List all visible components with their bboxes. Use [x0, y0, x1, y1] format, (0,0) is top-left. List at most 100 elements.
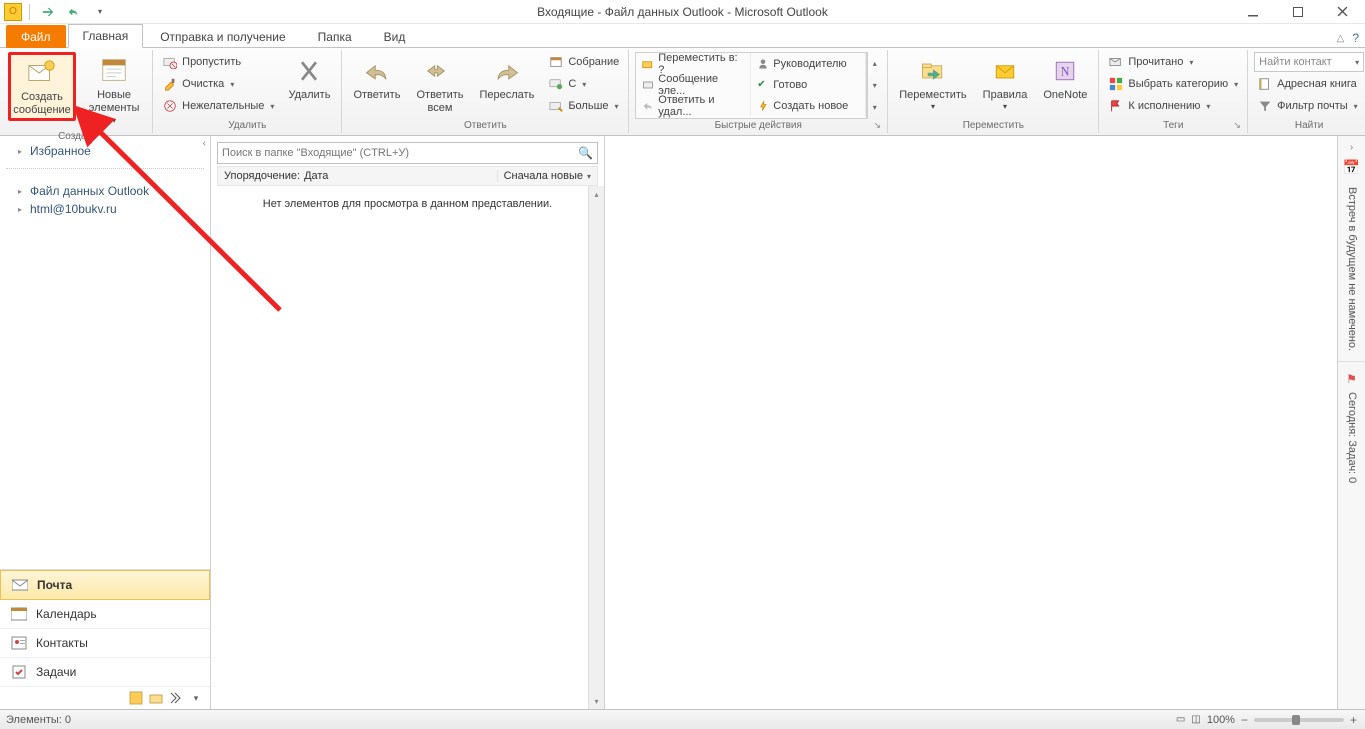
todo-separator — [1338, 361, 1365, 362]
shortcuts-icon[interactable] — [168, 690, 184, 706]
tab-send-receive[interactable]: Отправка и получение — [145, 25, 300, 48]
quicksteps-more-icon[interactable]: ▾ — [868, 97, 881, 119]
group-quicksteps-label: Быстрые действия ↘ — [635, 119, 881, 132]
todo-no-appointments: Встреч в будущем не намечено. — [1345, 187, 1358, 351]
quicksteps-launcher-icon[interactable]: ↘ — [871, 119, 883, 131]
find-contact[interactable]: Найти контакт▾ — [1254, 52, 1364, 72]
nav-configure-icon[interactable]: ▾ — [188, 690, 204, 706]
todo-expand-icon[interactable]: › — [1348, 140, 1355, 155]
move-button[interactable]: Переместить ▾ — [894, 52, 971, 114]
scroll-up-icon[interactable]: ▴ — [589, 186, 604, 202]
quickstep-create-new[interactable]: Создать новое — [751, 95, 866, 116]
nav-data-file[interactable]: ▸ Файл данных Outlook — [4, 182, 206, 200]
scroll-down-icon[interactable]: ▾ — [589, 693, 604, 709]
help-icon[interactable]: ? — [1352, 31, 1359, 45]
tags-launcher-icon[interactable]: ↘ — [1231, 119, 1243, 131]
close-button[interactable] — [1320, 0, 1365, 24]
rules-button[interactable]: Правила ▾ — [978, 52, 1033, 114]
categorize-icon — [1108, 76, 1124, 92]
search-input[interactable] — [222, 147, 578, 159]
list-scrollbar[interactable]: ▴ ▾ — [588, 186, 604, 709]
filter-email-button[interactable]: Фильтр почты▾ — [1254, 96, 1364, 116]
group-respond: Ответить Ответить всем Переслать Собрани… — [342, 50, 629, 133]
nav-favorites[interactable]: ▸ Избранное — [4, 142, 206, 160]
todo-tasks-count: Сегодня: Задач: 0 — [1345, 392, 1358, 483]
view-reading-icon[interactable]: ◫ — [1191, 714, 1200, 725]
search-icon[interactable]: 🔍 — [578, 146, 593, 160]
onenote-icon: N — [1049, 55, 1081, 87]
maximize-button[interactable] — [1275, 0, 1320, 24]
send-receive-icon[interactable] — [37, 2, 59, 22]
tab-file[interactable]: Файл — [6, 25, 66, 48]
mail-icon — [11, 577, 29, 593]
checkmark-icon: ✔ — [757, 79, 769, 90]
zoom-slider[interactable] — [1254, 718, 1344, 722]
new-items-icon — [98, 55, 130, 87]
person-icon — [757, 58, 769, 70]
nav-account[interactable]: ▸ html@10bukv.ru — [4, 200, 206, 218]
calendar-icon — [10, 606, 28, 622]
onenote-button[interactable]: N OneNote — [1038, 52, 1092, 105]
more-respond-icon — [548, 98, 564, 114]
quicksteps-down-icon[interactable]: ▾ — [868, 74, 881, 96]
folder-tree: ‹ ▸ Избранное ▸ Файл данных Outlook ▸ ht… — [0, 136, 210, 569]
forward-button[interactable]: Переслать — [475, 52, 540, 105]
reading-pane — [605, 136, 1337, 709]
nav-mail[interactable]: Почта — [0, 570, 210, 600]
folder-list-icon[interactable] — [148, 690, 164, 706]
zoom-in-icon[interactable]: + — [1350, 713, 1357, 727]
address-book-icon — [1257, 76, 1273, 92]
main-area: ‹ ▸ Избранное ▸ Файл данных Outlook ▸ ht… — [0, 136, 1365, 709]
group-move: Переместить ▾ Правила ▾ N OneNote Переме… — [888, 50, 1099, 133]
nav-tasks[interactable]: Задачи — [0, 658, 210, 687]
minimize-button[interactable] — [1230, 0, 1275, 24]
quickstep-to-manager[interactable]: Руководителю — [751, 53, 866, 74]
calendar-mini-icon[interactable]: 📅 — [1343, 159, 1361, 177]
new-items-button[interactable]: Новые элементы ▾ — [82, 52, 146, 130]
unread-button[interactable]: Прочитано▾ — [1105, 52, 1241, 72]
zoom-out-icon[interactable]: − — [1241, 713, 1248, 727]
team-mail-icon — [642, 79, 654, 91]
group-find-label: Найти — [1254, 119, 1364, 132]
junk-button[interactable]: Нежелательные▾ — [159, 96, 277, 116]
quickstep-done[interactable]: ✔ Готово — [751, 74, 866, 95]
sort-order-button[interactable]: Сначала новые ▾ — [498, 170, 597, 182]
ribbon-minimize-icon[interactable]: △ — [1337, 33, 1345, 44]
new-email-button[interactable]: Создать сообщение — [8, 52, 76, 121]
ignore-button[interactable]: Пропустить — [159, 52, 277, 72]
search-box[interactable]: 🔍 — [217, 142, 598, 164]
quickstep-move-to[interactable]: Переместить в: ? — [636, 53, 751, 74]
empty-list-message: Нет элементов для просмотра в данном пре… — [219, 198, 596, 210]
quickstep-team-email[interactable]: Сообщение эле... — [636, 74, 751, 95]
arrange-by-button[interactable]: Упорядочение: Дата — [218, 170, 498, 182]
qat-customize-icon[interactable]: ▾ — [89, 2, 111, 22]
meeting-button[interactable]: Собрание — [545, 52, 622, 72]
followup-button[interactable]: К исполнению▾ — [1105, 96, 1241, 116]
tasks-icon — [10, 664, 28, 680]
quickstep-reply-delete[interactable]: Ответить и удал... — [636, 95, 751, 116]
tab-view[interactable]: Вид — [369, 25, 421, 48]
tab-folder[interactable]: Папка — [303, 25, 367, 48]
view-normal-icon[interactable]: ▭ — [1176, 714, 1185, 725]
categorize-button[interactable]: Выбрать категорию▾ — [1105, 74, 1241, 94]
cleanup-button[interactable]: Очистка▾ — [159, 74, 277, 94]
undo-icon[interactable] — [63, 2, 85, 22]
group-quicksteps: Переместить в: ? Руководителю Сообщение … — [629, 50, 888, 133]
im-button[interactable]: С▾ — [545, 74, 622, 94]
address-book-button[interactable]: Адресная книга — [1254, 74, 1364, 94]
nav-mini-buttons: ▾ — [0, 687, 210, 709]
more-respond-button[interactable]: Больше▾ — [545, 96, 622, 116]
chevron-down-icon: ▾ — [587, 172, 591, 181]
notes-icon[interactable] — [128, 690, 144, 706]
nav-collapse-icon[interactable]: ‹ — [203, 138, 206, 149]
reply-all-button[interactable]: Ответить всем — [411, 52, 468, 117]
nav-calendar[interactable]: Календарь — [0, 600, 210, 629]
delete-button[interactable]: Удалить — [283, 52, 335, 105]
unread-icon — [1108, 54, 1124, 70]
quicksteps-up-icon[interactable]: ▴ — [868, 52, 881, 74]
group-respond-label: Ответить — [348, 119, 622, 132]
reply-button[interactable]: Ответить — [348, 52, 405, 105]
nav-contacts[interactable]: Контакты — [0, 629, 210, 658]
quicksteps-gallery[interactable]: Переместить в: ? Руководителю Сообщение … — [635, 52, 867, 119]
tab-home[interactable]: Главная — [68, 24, 144, 48]
